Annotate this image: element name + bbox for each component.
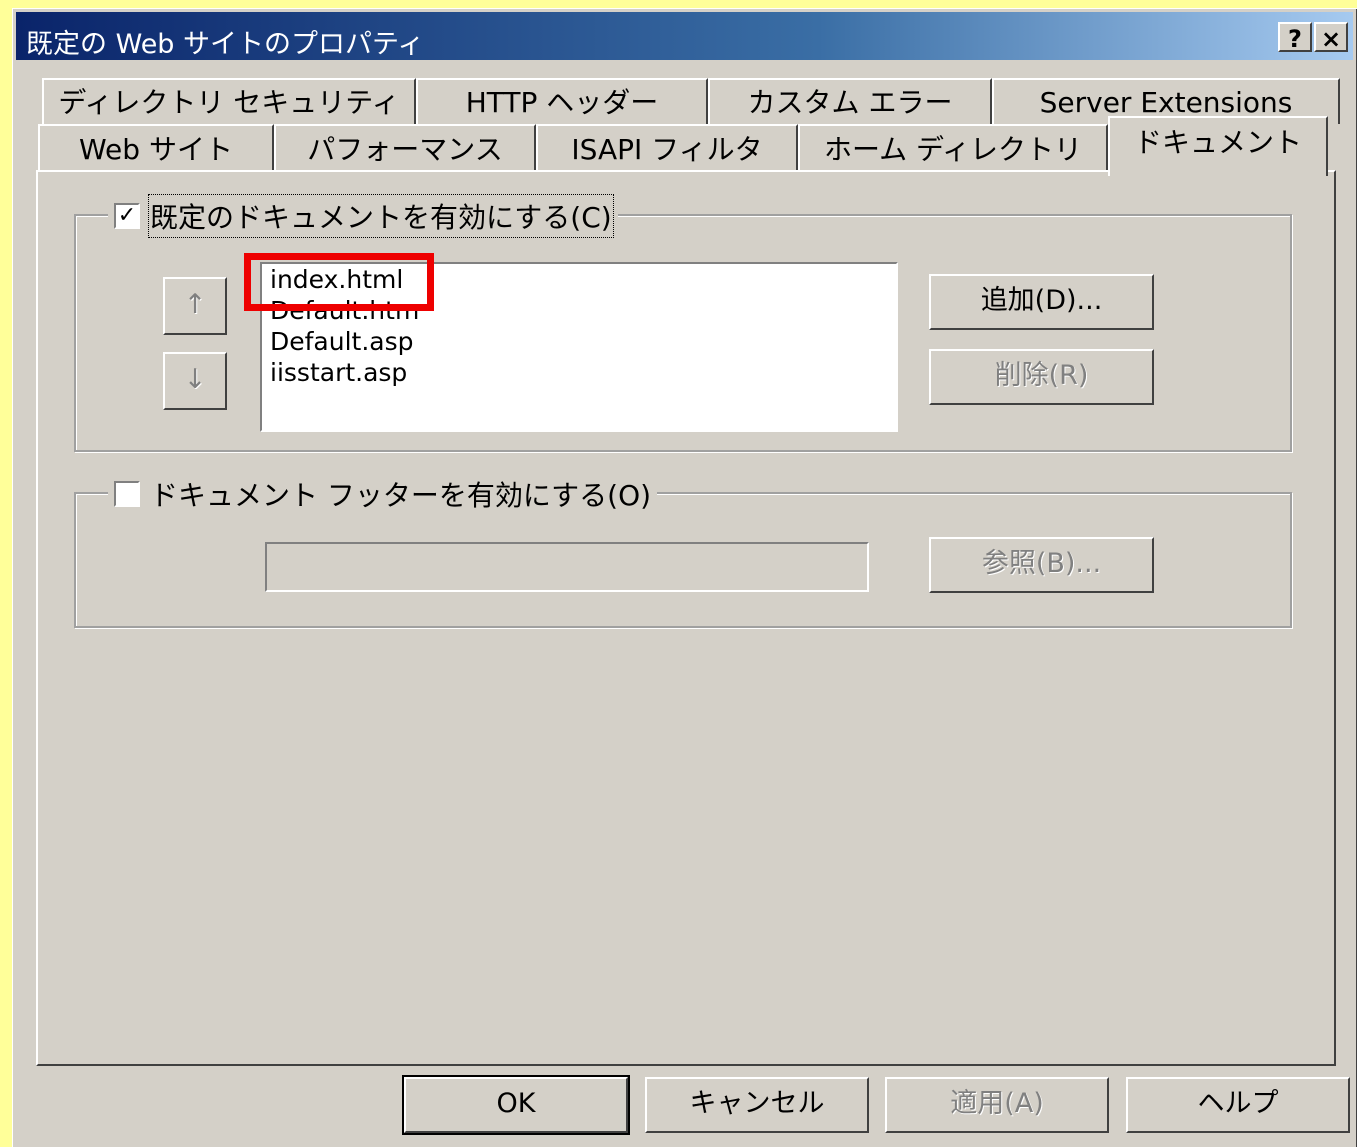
- arrow-down-icon: ↓: [183, 364, 207, 395]
- enable-default-documents-label[interactable]: 既定のドキュメントを有効にする(C): [148, 194, 614, 238]
- footer-path-field[interactable]: [265, 542, 869, 592]
- help-dialog-button[interactable]: ヘルプ: [1126, 1077, 1350, 1133]
- ok-button[interactable]: OK: [402, 1075, 630, 1135]
- tab-web-site[interactable]: Web サイト: [38, 124, 274, 172]
- tab-performance[interactable]: パフォーマンス: [274, 124, 536, 172]
- apply-button[interactable]: 適用(A): [885, 1077, 1109, 1133]
- move-up-button[interactable]: ↑: [163, 277, 227, 335]
- window-title: 既定の Web サイトのプロパティ: [26, 29, 425, 60]
- tab-custom-errors[interactable]: カスタム エラー: [708, 78, 992, 124]
- title-bar: 既定の Web サイトのプロパティ ? ×: [16, 12, 1353, 60]
- enable-footer-label[interactable]: ドキュメント フッターを有効にする(O): [150, 474, 651, 514]
- tab-documents[interactable]: ドキュメント: [1108, 116, 1328, 176]
- document-footer-legend: ドキュメント フッターを有効にする(O): [108, 474, 658, 514]
- tab-home-directory[interactable]: ホーム ディレクトリ: [798, 124, 1108, 172]
- remove-button[interactable]: 削除(R): [929, 349, 1154, 405]
- arrow-up-icon: ↑: [183, 289, 207, 320]
- cancel-button[interactable]: キャンセル: [645, 1077, 869, 1133]
- annotation-highlight-box: [244, 253, 434, 311]
- browse-button[interactable]: 参照(B)...: [929, 537, 1154, 593]
- tab-directory-security[interactable]: ディレクトリ セキュリティ: [42, 78, 416, 124]
- list-item[interactable]: Default.asp: [262, 326, 896, 357]
- list-item[interactable]: iisstart.asp: [262, 357, 896, 388]
- enable-footer-checkbox[interactable]: [114, 481, 140, 507]
- close-button[interactable]: ×: [1314, 22, 1348, 53]
- tab-isapi-filters[interactable]: ISAPI フィルタ: [536, 124, 798, 172]
- tab-http-headers[interactable]: HTTP ヘッダー: [416, 78, 708, 124]
- move-down-button[interactable]: ↓: [163, 352, 227, 410]
- default-documents-legend: ✓ 既定のドキュメントを有効にする(C): [108, 194, 618, 238]
- help-button[interactable]: ?: [1278, 22, 1312, 53]
- add-button[interactable]: 追加(D)...: [929, 274, 1154, 330]
- enable-default-documents-checkbox[interactable]: ✓: [114, 203, 140, 229]
